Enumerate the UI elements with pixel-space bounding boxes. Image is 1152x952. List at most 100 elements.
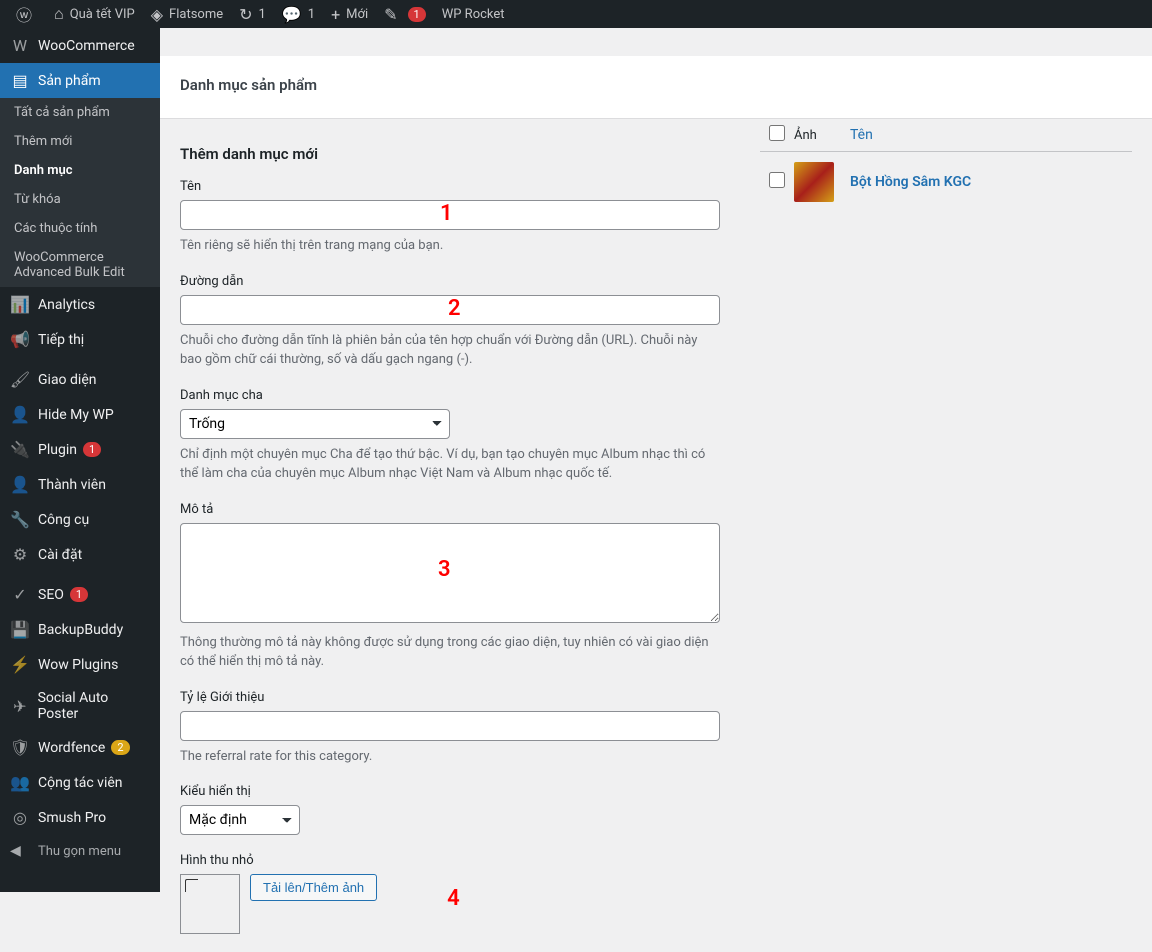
menu-contributors[interactable]: 👥Cộng tác viên xyxy=(0,765,160,800)
form-heading: Thêm danh mục mới xyxy=(180,145,720,163)
backup-icon: 💾 xyxy=(10,620,30,639)
forms-badge: 1 xyxy=(408,7,426,22)
team-icon: 👥 xyxy=(10,773,30,792)
products-icon: ▤ xyxy=(10,71,30,90)
field-name: Tên 1 Tên riêng sẽ hiển thị trên trang m… xyxy=(180,179,720,256)
menu-tools[interactable]: 🔧Công cụ xyxy=(0,502,160,537)
name-desc: Tên riêng sẽ hiển thị trên trang mạng củ… xyxy=(180,236,720,256)
display-select[interactable]: Mặc định xyxy=(180,805,300,835)
truncated-text: xxxx xyxy=(180,116,720,131)
field-referral: Tỷ lệ Giới thiệu The referral rate for t… xyxy=(180,690,720,767)
sub-categories[interactable]: Danh mục xyxy=(0,156,160,185)
collapse-icon: ◀ xyxy=(10,843,30,859)
parent-label: Danh mục cha xyxy=(180,388,720,403)
upload-button[interactable]: Tải lên/Thêm ảnh xyxy=(250,874,377,901)
seo-icon: ✓ xyxy=(10,585,30,604)
plus-icon: + xyxy=(331,5,340,24)
thumb-label: Hình thu nhỏ xyxy=(180,853,720,868)
comment-icon: 💬 xyxy=(282,5,302,24)
table-header: Ảnh Tên xyxy=(760,119,1132,152)
slug-input[interactable] xyxy=(180,295,720,325)
col-image: Ảnh xyxy=(794,128,850,143)
field-thumbnail: Hình thu nhỏ Tải lên/Thêm ảnh 4 xyxy=(180,853,720,934)
wordpress-icon: ⓦ xyxy=(16,2,32,26)
menu-wordfence[interactable]: 🛡Wordfence2 xyxy=(0,730,160,765)
sub-add-new[interactable]: Thêm mới xyxy=(0,127,160,156)
flatsome-menu[interactable]: ◈Flatsome xyxy=(143,0,231,28)
ref-label: Tỷ lệ Giới thiệu xyxy=(180,690,720,705)
field-slug: Đường dẫn 2 Chuỗi cho đường dẫn tĩnh là … xyxy=(180,274,720,370)
products-submenu: Tất cả sản phẩm Thêm mới Danh mục Từ khó… xyxy=(0,98,160,287)
menu-backupbuddy[interactable]: 💾BackupBuddy xyxy=(0,612,160,647)
menu-socialauto[interactable]: ✈Social Auto Poster xyxy=(0,682,160,730)
flatsome-icon: ◈ xyxy=(151,5,163,24)
seo-badge: 1 xyxy=(70,587,88,602)
analytics-icon: 📊 xyxy=(10,295,30,314)
menu-woocommerce[interactable]: WWooCommerce xyxy=(0,28,160,63)
menu-products[interactable]: ▤Sản phẩm xyxy=(0,63,160,98)
wordfence-badge: 2 xyxy=(111,740,129,755)
form-column: xxxx Thêm danh mục mới Tên 1 Tên riêng s… xyxy=(180,119,740,952)
sub-tags[interactable]: Từ khóa xyxy=(0,185,160,214)
row-checkbox[interactable] xyxy=(769,172,785,188)
forms[interactable]: ✎1 xyxy=(376,0,434,28)
content-area: Danh mục sản phẩm xxxx Thêm danh mục mới… xyxy=(160,28,1152,952)
menu-wowplugins[interactable]: ⚡Wow Plugins xyxy=(0,647,160,682)
mask-icon: 👤 xyxy=(10,405,30,424)
updates[interactable]: ↻1 xyxy=(231,0,274,28)
table-column: Ảnh Tên Bột Hồng Sâm KGC xyxy=(740,119,1132,952)
user-icon: 👤 xyxy=(10,475,30,494)
menu-hidemywp[interactable]: 👤Hide My WP xyxy=(0,397,160,432)
category-link[interactable]: Bột Hồng Sâm KGC xyxy=(850,174,971,190)
name-label: Tên xyxy=(180,179,720,194)
collapse-menu[interactable]: ◀Thu gọn menu xyxy=(0,835,160,867)
brush-icon: 🖌 xyxy=(10,370,30,389)
wp-rocket[interactable]: WP Rocket xyxy=(434,0,513,28)
product-thumbnail xyxy=(794,162,834,202)
comments[interactable]: 💬1 xyxy=(274,0,323,28)
settings-icon: ⚙ xyxy=(10,545,30,564)
woo-icon: W xyxy=(10,36,30,55)
marketing-icon: 📢 xyxy=(10,330,30,349)
menu-smush[interactable]: ◎Smush Pro xyxy=(0,800,160,835)
new-content[interactable]: +Mới xyxy=(323,0,376,28)
field-parent: Danh mục cha Trống Chỉ định một chuyên m… xyxy=(180,388,720,484)
wp-logo[interactable]: ⓦ xyxy=(8,0,46,28)
sub-all-products[interactable]: Tất cả sản phẩm xyxy=(0,98,160,127)
shield-icon: 🛡 xyxy=(10,738,30,757)
field-display: Kiểu hiển thị Mặc định xyxy=(180,784,720,835)
refresh-icon: ↻ xyxy=(239,5,252,24)
form-icon: ✎ xyxy=(384,5,397,24)
admin-sidebar: WWooCommerce ▤Sản phẩm Tất cả sản phẩm T… xyxy=(0,28,160,892)
home-icon: ⌂ xyxy=(54,4,64,24)
page-title: Danh mục sản phẩm xyxy=(160,56,1152,119)
plugin-icon: 🔌 xyxy=(10,440,30,459)
menu-users[interactable]: 👤Thành viên xyxy=(0,467,160,502)
admin-bar: ⓦ ⌂Quà tết VIP ◈Flatsome ↻1 💬1 +Mới ✎1 W… xyxy=(0,0,1152,28)
wrench-icon: 🔧 xyxy=(10,510,30,529)
plugin-badge: 1 xyxy=(83,442,101,457)
menu-seo[interactable]: ✓SEO1 xyxy=(0,577,160,612)
select-all-checkbox[interactable] xyxy=(769,125,785,141)
slug-label: Đường dẫn xyxy=(180,274,720,289)
col-name-sort[interactable]: Tên xyxy=(850,127,873,143)
desc-textarea[interactable] xyxy=(180,523,720,623)
menu-settings[interactable]: ⚙Cài đặt xyxy=(0,537,160,572)
ref-input[interactable] xyxy=(180,711,720,741)
menu-marketing[interactable]: 📢Tiếp thị xyxy=(0,322,160,357)
annotation-4: 4 xyxy=(447,886,460,911)
menu-analytics[interactable]: 📊Analytics xyxy=(0,287,160,322)
site-home[interactable]: ⌂ Quà tết VIP xyxy=(46,0,143,28)
table-row: Bột Hồng Sâm KGC xyxy=(760,152,1132,212)
menu-appearance[interactable]: 🖌Giao diện xyxy=(0,362,160,397)
parent-desc: Chỉ định một chuyên mục Cha để tạo thứ b… xyxy=(180,445,720,484)
ref-desc: The referral rate for this category. xyxy=(180,747,720,767)
sub-attributes[interactable]: Các thuộc tính xyxy=(0,214,160,243)
parent-select[interactable]: Trống xyxy=(180,409,450,439)
smush-icon: ◎ xyxy=(10,808,30,827)
sub-bulk-edit[interactable]: WooCommerce Advanced Bulk Edit xyxy=(0,243,160,287)
menu-plugin[interactable]: 🔌Plugin1 xyxy=(0,432,160,467)
name-input[interactable] xyxy=(180,200,720,230)
social-icon: ✈ xyxy=(10,697,30,716)
site-name: Quà tết VIP xyxy=(70,7,135,22)
